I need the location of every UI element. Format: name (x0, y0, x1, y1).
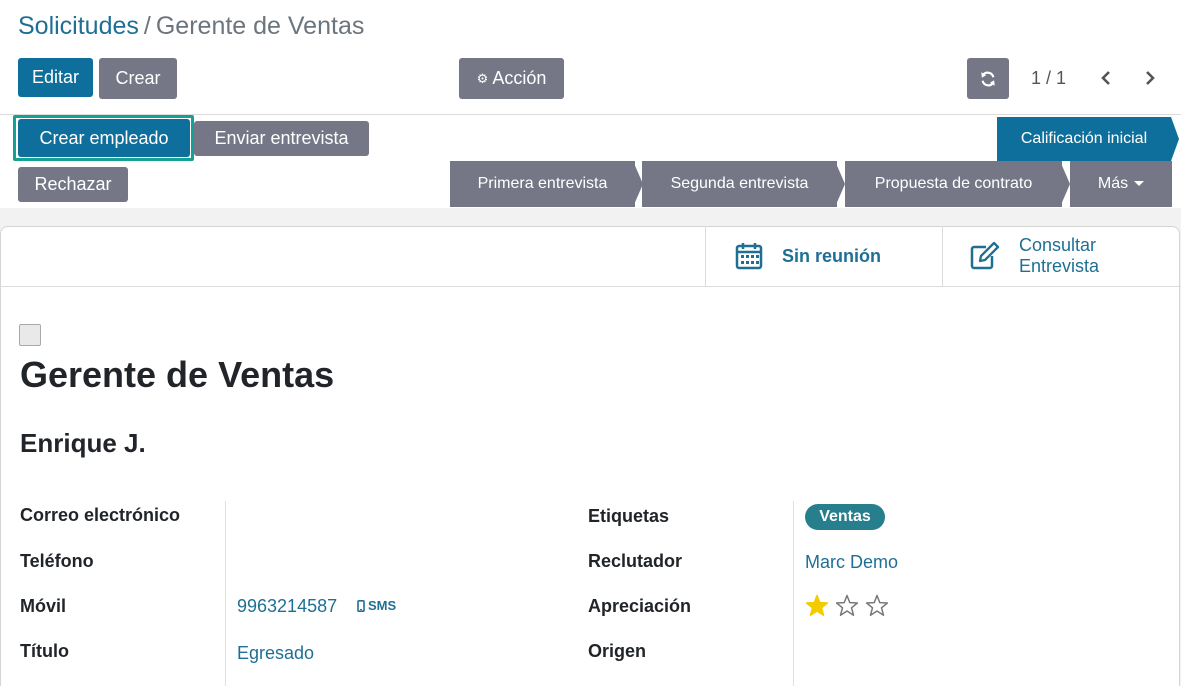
page-title: Gerente de Ventas (20, 354, 335, 395)
stage-more-label: Más (1097, 175, 1129, 192)
meeting-smart-button[interactable]: Sin reunión (705, 226, 942, 286)
mobile-link[interactable]: 9963214587 (237, 596, 337, 617)
mobile-label: Móvil (20, 596, 67, 616)
form-sheet (0, 226, 1180, 686)
stage-more-dropdown[interactable]: Más (1070, 161, 1172, 207)
stage-separator (835, 161, 845, 207)
kanban-state-checkbox[interactable] (19, 324, 41, 346)
right-group-divider (793, 501, 794, 686)
edit-button[interactable]: Editar (18, 58, 93, 97)
star-filled-icon[interactable] (805, 594, 829, 617)
applicant-name[interactable]: Enrique J. (20, 428, 146, 459)
degree-link[interactable]: Egresado (237, 643, 314, 664)
phone-label: Teléfono (20, 551, 94, 571)
tags-label: Etiquetas (588, 506, 670, 526)
pager-previous-button[interactable] (1096, 66, 1116, 90)
breadcrumb-separator: / (143, 12, 151, 40)
meeting-label: Sin reunión (782, 245, 881, 266)
mobile-icon (357, 599, 365, 612)
stage-initial-qualification[interactable]: Calificación inicial (997, 117, 1171, 161)
sms-label: SMS (368, 598, 397, 613)
left-group-divider (225, 501, 226, 686)
tag-badge[interactable]: Ventas (805, 504, 885, 530)
source-label: Origen (588, 641, 647, 661)
refuse-button[interactable]: Rechazar (18, 167, 128, 202)
stage-separator (1060, 161, 1070, 207)
create-employee-button[interactable]: Crear empleado (18, 119, 190, 157)
create-button[interactable]: Crear (99, 58, 177, 99)
star-empty-icon[interactable] (835, 594, 859, 617)
recruiter-link[interactable]: Marc Demo (805, 552, 898, 573)
degree-label: Título (20, 641, 69, 661)
recruiter-label: Reclutador (588, 551, 683, 571)
send-interview-button[interactable]: Enviar entrevista (194, 121, 369, 156)
breadcrumb-current: Gerente de Ventas (155, 12, 365, 40)
breadcrumb: Solicitudes / Gerente de Ventas (18, 12, 364, 41)
stage-contract-proposal[interactable]: Propuesta de contrato (845, 161, 1062, 207)
edit-icon (970, 241, 1000, 270)
interview-smart-button[interactable]: Consultar Entrevista (942, 226, 1180, 286)
stage-active-arrow (1171, 117, 1179, 161)
sms-button[interactable]: SMS (357, 598, 396, 613)
interview-label-line2: Entrevista (1019, 256, 1100, 276)
star-empty-icon[interactable] (865, 594, 889, 617)
stage-second-interview[interactable]: Segunda entrevista (642, 161, 837, 207)
chevron-right-icon (1146, 71, 1155, 85)
chevron-left-icon (1101, 71, 1110, 85)
email-label: Correo electrónico (20, 505, 181, 525)
priority-stars (805, 594, 889, 617)
pager-next-button[interactable] (1140, 66, 1160, 90)
gear-icon: ⚙ (476, 70, 489, 86)
refresh-button[interactable] (967, 58, 1009, 99)
priority-label: Apreciación (588, 596, 692, 616)
caret-down-icon (1134, 181, 1145, 186)
stage-first-interview[interactable]: Primera entrevista (450, 161, 635, 207)
refresh-icon (981, 71, 995, 86)
action-label: Acción (492, 68, 547, 88)
pager-value[interactable]: 1 / 1 (1031, 68, 1066, 89)
calendar-icon (735, 243, 763, 270)
breadcrumb-parent-link[interactable]: Solicitudes (18, 12, 139, 40)
interview-label-line1: Consultar (1019, 235, 1097, 255)
action-dropdown-button[interactable]: ⚙ Acción (459, 58, 564, 99)
